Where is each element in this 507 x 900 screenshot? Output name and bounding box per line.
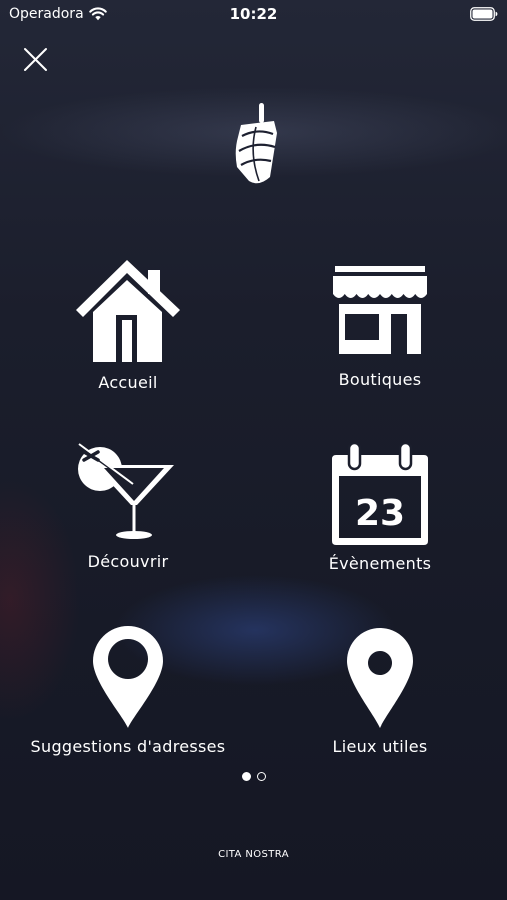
menu-item-label: Découvrir bbox=[87, 552, 169, 571]
menu-item-label: Suggestions d'adresses bbox=[30, 737, 226, 756]
brand-logo bbox=[235, 103, 277, 184]
menu-item-label: Accueil bbox=[98, 373, 158, 392]
status-bar: Operadora 10:22 bbox=[0, 0, 507, 28]
map-pin-icon bbox=[93, 626, 163, 728]
menu-item-label: Évènements bbox=[328, 554, 432, 573]
house-icon bbox=[76, 260, 180, 362]
storefront-icon bbox=[333, 266, 427, 354]
menu-item-decouvrir[interactable]: Découvrir bbox=[18, 441, 238, 571]
page-dot-1[interactable] bbox=[241, 772, 251, 781]
map-pin-icon bbox=[347, 628, 413, 728]
menu-item-boutiques[interactable]: Boutiques bbox=[270, 266, 490, 389]
battery-icon bbox=[470, 7, 498, 21]
menu-item-label: Lieux utiles bbox=[332, 737, 428, 756]
footer-brand: CITA NOSTRA bbox=[218, 849, 289, 860]
clock: 10:22 bbox=[229, 5, 278, 23]
menu-item-evenements[interactable]: 23 Évènements bbox=[270, 443, 490, 573]
cocktail-icon bbox=[77, 443, 174, 539]
calendar-day: 23 bbox=[355, 493, 405, 534]
menu-item-accueil[interactable]: Accueil bbox=[18, 260, 238, 392]
menu-item-suggestions[interactable]: Suggestions d'adresses bbox=[18, 626, 238, 756]
page-indicator[interactable] bbox=[0, 772, 507, 781]
page-dot-2[interactable] bbox=[256, 772, 266, 781]
close-icon bbox=[24, 48, 47, 71]
calendar-icon: 23 bbox=[332, 443, 428, 545]
close-button[interactable] bbox=[20, 44, 50, 74]
menu-item-lieux-utiles[interactable]: Lieux utiles bbox=[270, 628, 490, 756]
menu-item-label: Boutiques bbox=[338, 370, 422, 389]
